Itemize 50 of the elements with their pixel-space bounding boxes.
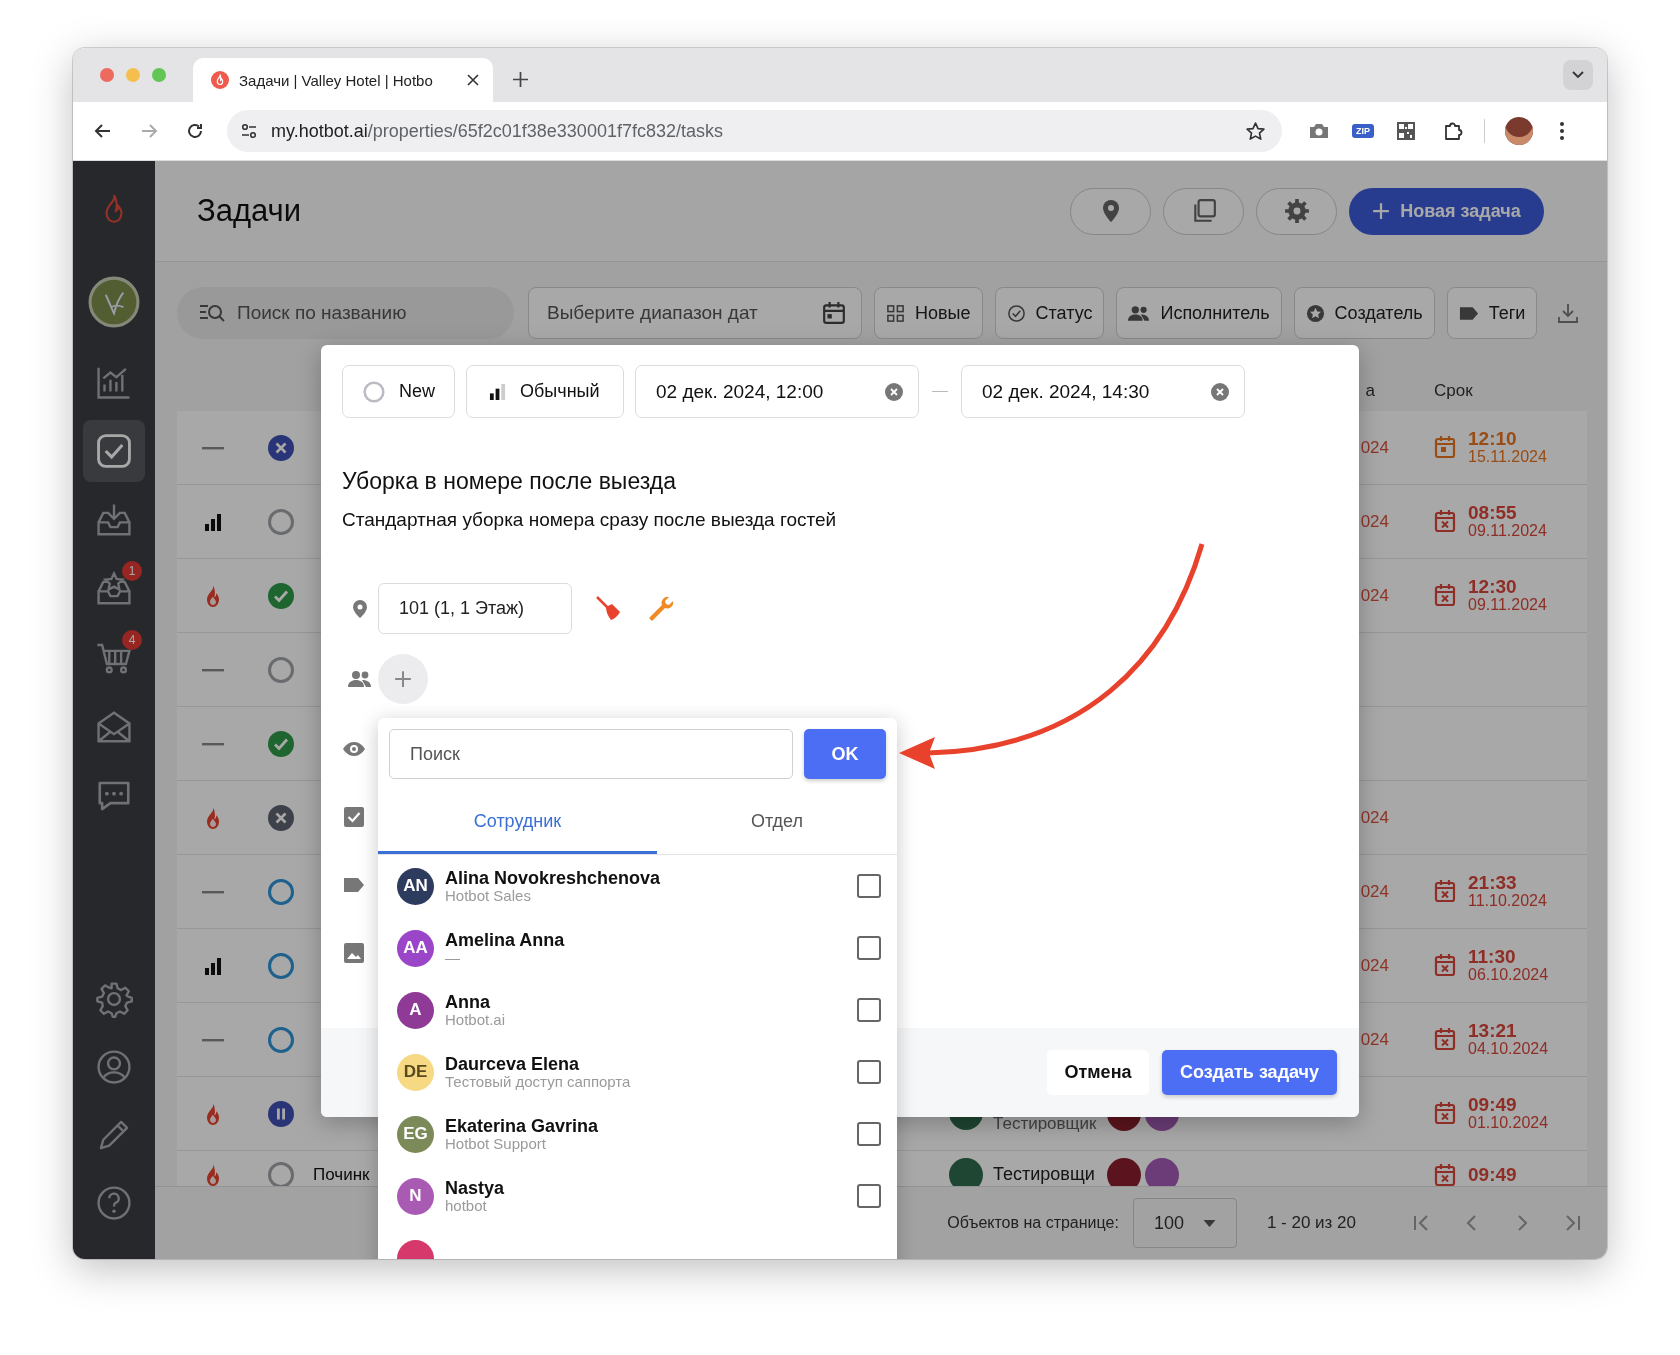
column-header: Срок: [1433, 381, 1474, 401]
person-avatar: EG: [397, 1115, 434, 1153]
person-team: Тестовый доступ саппорта: [445, 1073, 632, 1090]
deadline-time: 12:10: [1468, 429, 1518, 450]
person-name: Daurceva Elena: [445, 1054, 581, 1074]
person-name: Anna: [445, 992, 491, 1012]
date-text: 024: [1360, 807, 1389, 827]
deadline-time: 12:30: [1468, 577, 1518, 598]
person-avatar: A: [397, 991, 434, 1029]
person-team: Hotbot Support: [445, 1135, 547, 1152]
deadline-time: 09:49: [1468, 1095, 1518, 1116]
url-text: my.hotbot.ai/properties/65f2c01f38e330001f7fc832/tasks: [271, 120, 724, 142]
person-avatar: N: [397, 1177, 434, 1215]
person-avatar: AA: [397, 929, 434, 967]
person-name: Ekaterina Gavrina: [445, 1116, 600, 1136]
person-avatar: AN: [397, 867, 434, 905]
deadline-time: 08:55: [1468, 503, 1518, 524]
deadline-date: 01.10.2024: [1468, 1115, 1549, 1132]
notification-badge: 4: [122, 629, 142, 650]
person-team: Hotbot Sales: [445, 887, 532, 904]
column-header: а: [1365, 381, 1375, 400]
deadline-time: 11:30: [1468, 947, 1517, 968]
person-name: Amelina Anna: [445, 930, 566, 950]
deadline-date: 04.10.2024: [1468, 1041, 1549, 1058]
deadline-time: 13:21: [1468, 1021, 1518, 1042]
page-title: Задачи: [197, 193, 302, 229]
person-team: —: [445, 949, 461, 966]
notification-badge: 1: [122, 560, 142, 581]
date-text: 024: [1360, 585, 1389, 605]
person-team: hotbot: [445, 1197, 487, 1214]
date-text: 024: [1360, 881, 1389, 901]
assignee-name: Тестировщи: [993, 1164, 1095, 1185]
date-text: 024: [1360, 1029, 1389, 1049]
person-team: Hotbot.ai: [445, 1011, 507, 1028]
page-range: 1 - 20 из 20: [1266, 1213, 1356, 1233]
deadline-date: 06.10.2024: [1468, 967, 1549, 984]
date-text: 024: [1360, 437, 1389, 457]
deadline-date: 15.11.2024: [1468, 449, 1547, 466]
person-avatar: DE: [397, 1053, 434, 1091]
assignee-role: Тестировщик: [993, 1113, 1097, 1134]
date-text: 024: [1360, 955, 1389, 975]
deadline-date: 09.11.2024: [1468, 523, 1547, 540]
date-text: 024: [1360, 511, 1389, 531]
deadline-date: 11.10.2024: [1468, 893, 1547, 910]
person-name: Alina Novokreshchenova: [445, 868, 662, 888]
task-title: Починк: [313, 1164, 370, 1184]
deadline-time: 21:33: [1468, 873, 1518, 894]
per-page-label: Объектов на странице:: [947, 1214, 1119, 1232]
deadline-time: 09:49: [1468, 1164, 1517, 1185]
deadline-date: 09.11.2024: [1468, 597, 1547, 614]
